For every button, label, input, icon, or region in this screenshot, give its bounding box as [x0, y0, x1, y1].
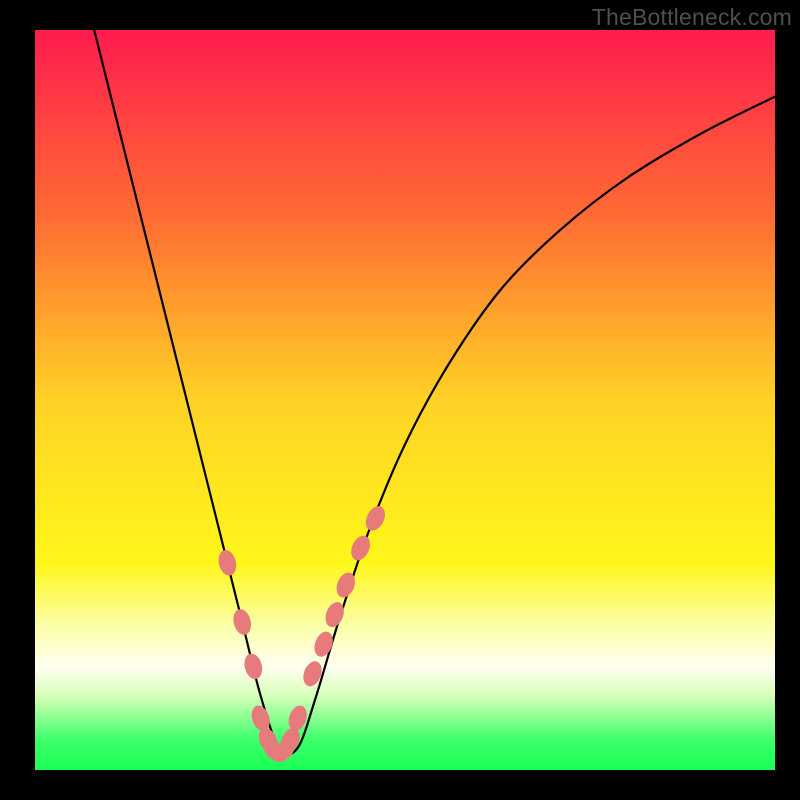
plot-background — [35, 30, 775, 770]
chart-frame: TheBottleneck.com — [0, 0, 800, 800]
chart-svg — [0, 0, 800, 800]
watermark-text: TheBottleneck.com — [592, 4, 792, 31]
